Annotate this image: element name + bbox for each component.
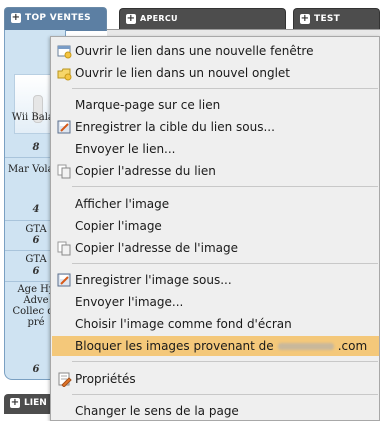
expand-icon: +	[11, 12, 21, 23]
tab-top-ventes-label: Top Ventes	[25, 13, 91, 23]
tab-test-label: Test	[314, 14, 341, 24]
menu-item-set-wallpaper[interactable]: Choisir l'image comme fond d'écran	[52, 314, 379, 334]
menu-item-copy-image-address[interactable]: Copier l'adresse de l'image	[52, 238, 379, 258]
redacted-domain	[277, 342, 334, 350]
tab-test[interactable]: + Test	[293, 8, 380, 30]
menu-item-label: Changer le sens de la page	[75, 404, 239, 418]
expand-icon: +	[126, 13, 136, 24]
new-tab-icon	[57, 68, 72, 81]
menu-item-bookmark-link[interactable]: Marque-page sur ce lien	[52, 95, 379, 115]
menu-separator	[72, 263, 378, 264]
save-icon	[57, 273, 71, 287]
menu-item-label: Copier l'adresse du lien	[75, 164, 216, 178]
menu-separator	[72, 186, 378, 187]
menu-item-open-new-window[interactable]: Ouvrir le lien dans une nouvelle fenêtre	[52, 41, 379, 61]
menu-item-label: Ouvrir le lien dans une nouvelle fenêtre	[75, 44, 314, 58]
menu-item-label: Copier l'image	[75, 219, 162, 233]
menu-item-label: Envoyer le lien...	[75, 142, 176, 156]
menu-item-send-image[interactable]: Envoyer l'image...	[52, 292, 379, 312]
menu-item-label: Propriétés	[75, 372, 136, 386]
menu-item-save-image[interactable]: Enregistrer l'image sous...	[52, 270, 379, 290]
menu-item-label: Choisir l'image comme fond d'écran	[75, 317, 292, 331]
tab-apercu-label: Apercu	[140, 14, 178, 23]
menu-item-label: Enregistrer l'image sous...	[75, 273, 232, 287]
menu-item-properties[interactable]: Propriétés	[52, 369, 379, 389]
menu-item-copy-link-address[interactable]: Copier l'adresse du lien	[52, 161, 379, 181]
expand-icon: +	[10, 397, 20, 408]
menu-item-label: Enregistrer la cible du lien sous...	[75, 120, 275, 134]
menu-item-copy-image[interactable]: Copier l'image	[52, 216, 379, 236]
expand-icon: +	[300, 13, 310, 24]
tab-top-ventes[interactable]: + Top Ventes	[4, 7, 107, 31]
menu-item-save-link-target[interactable]: Enregistrer la cible du lien sous...	[52, 117, 379, 137]
menu-item-label: Marque-page sur ce lien	[75, 98, 221, 112]
context-menu: Ouvrir le lien dans une nouvelle fenêtre…	[50, 36, 380, 421]
menu-item-label: Copier l'adresse de l'image	[75, 241, 238, 255]
menu-item-view-image[interactable]: Afficher l'image	[52, 194, 379, 214]
tab-apercu[interactable]: + Apercu	[119, 8, 286, 30]
menu-item-block-images[interactable]: Bloquer les images provenant de .com	[52, 336, 379, 356]
tab-liens-label: Lien	[24, 398, 47, 408]
menu-separator	[72, 394, 378, 395]
properties-icon	[58, 372, 72, 387]
menu-item-label: Afficher l'image	[75, 197, 170, 211]
menu-item-send-link[interactable]: Envoyer le lien...	[52, 139, 379, 159]
menu-item-open-new-tab[interactable]: Ouvrir le lien dans un nouvel onglet	[52, 63, 379, 83]
menu-separator	[72, 88, 378, 89]
copy-icon	[57, 241, 71, 256]
menu-item-label: Envoyer l'image...	[75, 295, 184, 309]
menu-item-change-direction[interactable]: Changer le sens de la page	[52, 401, 379, 421]
save-icon	[57, 120, 71, 134]
menu-item-label: Bloquer les images provenant de	[75, 339, 274, 353]
menu-item-label-suffix: .com	[337, 339, 368, 353]
new-window-icon	[57, 45, 72, 59]
copy-icon	[57, 164, 71, 179]
menu-item-label: Ouvrir le lien dans un nouvel onglet	[75, 66, 291, 80]
menu-separator	[72, 361, 378, 362]
